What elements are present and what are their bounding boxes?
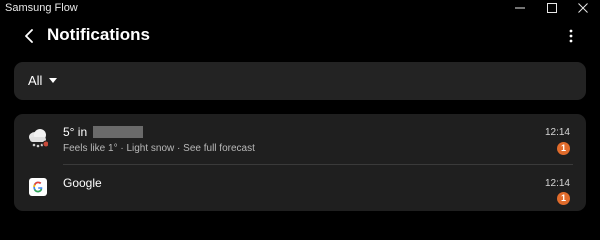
notification-time: 12:14: [544, 178, 570, 189]
more-options-button[interactable]: [561, 26, 581, 46]
maximize-icon: [547, 3, 557, 13]
caret-down-icon: [49, 78, 58, 83]
notification-title: Google: [63, 176, 102, 190]
app-title: Samsung Flow: [5, 2, 78, 14]
filter-selected-label: All: [28, 73, 43, 88]
notification-title: 5° in: [63, 125, 143, 140]
title-bar: Samsung Flow: [0, 0, 600, 16]
filter-bar: All: [14, 62, 586, 100]
notification-count-badge: 1: [557, 142, 570, 155]
close-icon: [578, 3, 588, 13]
notification-item[interactable]: Google 12:14 1: [14, 164, 586, 211]
close-button[interactable]: [566, 0, 600, 16]
notification-time: 12:14: [544, 127, 570, 138]
notification-list: 5° in Feels like 1° · Light snow · See f…: [14, 114, 586, 211]
more-vertical-icon: [569, 29, 573, 43]
minimize-button[interactable]: [503, 0, 537, 16]
page-title: Notifications: [47, 25, 150, 44]
notification-count-badge: 1: [557, 192, 570, 205]
notification-title-text: 5° in: [63, 125, 88, 139]
minimize-icon: [515, 7, 525, 9]
maximize-button[interactable]: [535, 0, 569, 16]
filter-dropdown[interactable]: All: [28, 71, 58, 91]
chevron-left-icon: [25, 29, 33, 43]
back-button[interactable]: [19, 26, 39, 46]
weather-snow-cloud-icon: [29, 129, 48, 148]
redacted-location: [92, 126, 143, 138]
google-icon: [29, 178, 47, 196]
notification-item[interactable]: 5° in Feels like 1° · Light snow · See f…: [14, 114, 586, 164]
notification-body: Feels like 1° · Light snow · See full fo…: [63, 143, 255, 154]
